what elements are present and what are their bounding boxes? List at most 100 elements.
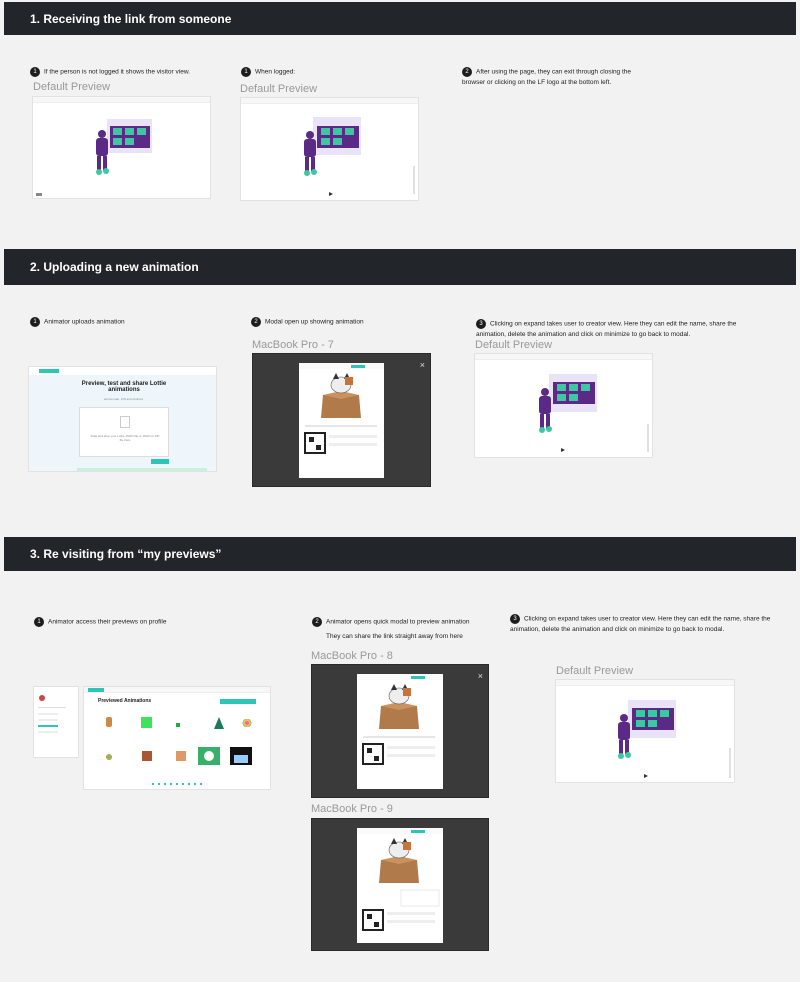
animation-thumb[interactable] <box>230 747 252 765</box>
profile-sidebar-frame <box>33 686 79 758</box>
sidebar-item[interactable] <box>38 713 58 715</box>
step-2-quick-modal: 2 Animator opens quick modal to preview a… <box>312 617 512 628</box>
step-text: If the person is not logged it shows the… <box>44 68 190 76</box>
step-number: 3 <box>476 319 486 329</box>
animation-thumb[interactable] <box>98 713 120 731</box>
animation-thumb[interactable] <box>236 713 258 731</box>
animation-thumb[interactable] <box>136 713 158 731</box>
character-icon <box>142 751 152 761</box>
upload-logo <box>39 369 59 373</box>
step-text: Clicking on expand takes user to creator… <box>476 320 737 338</box>
step-text: After using the page, they can exit thro… <box>462 68 632 86</box>
animation-thumb[interactable] <box>170 747 192 765</box>
sidebar-divider <box>38 707 66 708</box>
sidebar-item[interactable] <box>38 731 58 733</box>
animation-thumb[interactable] <box>136 747 158 765</box>
lottiefiles-logo <box>88 688 104 692</box>
step-text: Modal open up showing animation <box>265 318 364 326</box>
step-text: Animator opens quick modal to preview an… <box>326 618 470 626</box>
dots-icon <box>241 719 253 727</box>
tree-icon <box>214 717 224 729</box>
caption-default-preview: Default Preview <box>33 81 111 93</box>
step-number: 2 <box>251 317 261 327</box>
visitor-preview-frame <box>32 96 211 199</box>
step-text: Clicking on expand takes user to creator… <box>510 615 771 633</box>
section-title: 1. Receiving the link from someone <box>30 11 232 26</box>
dot-icon <box>176 723 180 727</box>
file-icon <box>120 416 130 428</box>
previewed-animations-title: Previewed Animations <box>98 698 152 704</box>
caption-default-preview: Default Preview <box>475 339 553 351</box>
illustration <box>618 700 731 778</box>
cat-in-box-illustration <box>299 363 384 454</box>
close-icon[interactable]: × <box>478 671 483 681</box>
cat-in-box-illustration <box>357 674 443 765</box>
illustration <box>36 119 152 196</box>
upload-button[interactable] <box>151 459 169 464</box>
step-number: 1 <box>30 67 40 77</box>
step-1-logged: 1 When logged: <box>241 67 441 78</box>
creator-view-frame-2 <box>555 679 735 783</box>
step-3-expand-revisit: 3 Clicking on expand takes user to creato… <box>510 614 782 635</box>
step-1-upload: 1 Animator uploads animation <box>30 317 230 328</box>
illustration <box>539 374 649 452</box>
profile-previews-frame: Previewed Animations <box>83 686 271 790</box>
cat-icon <box>176 751 186 761</box>
step-2-modal: 2 Modal open up showing animation <box>251 317 451 328</box>
step-number: 2 <box>462 67 472 77</box>
section-title: 3. Re visiting from “my previews” <box>30 547 222 561</box>
green-square-icon <box>141 717 152 728</box>
caption-macbook-7: MacBook Pro - 7 <box>252 339 334 351</box>
step-2-share-note: They can share the link straight away fr… <box>326 633 463 640</box>
avatar <box>39 695 45 701</box>
preview-modal <box>299 363 384 478</box>
illustration <box>304 117 415 196</box>
profile-topbar <box>84 687 270 693</box>
creator-view-frame <box>474 353 653 458</box>
upload-dropzone[interactable]: Drag and drop your Lottie JSON file or J… <box>79 407 169 457</box>
step-2-exit: 2 After using the page, they can exit thr… <box>462 67 642 88</box>
sidebar-item-previews[interactable] <box>38 725 58 727</box>
step-3-expand: 3 Clicking on expand takes user to creato… <box>476 319 752 340</box>
macbook-9-frame <box>311 818 489 951</box>
cat-in-box-illustration <box>357 828 443 931</box>
macbook-7-frame: × <box>252 353 431 487</box>
step-text: When logged: <box>255 68 296 76</box>
sidebar-item[interactable] <box>38 719 58 721</box>
upload-notice <box>77 468 207 471</box>
step-1-visitor: 1 If the person is not logged it shows th… <box>30 67 230 78</box>
step-number: 3 <box>510 614 520 624</box>
step-text: Animator uploads animation <box>44 318 125 326</box>
caption-macbook-9: MacBook Pro - 9 <box>311 803 393 815</box>
pagination[interactable] <box>152 783 202 785</box>
upload-drop-text: Drag and drop your Lottie JSON file or J… <box>90 434 160 442</box>
caption-default-preview: Default Preview <box>556 665 634 677</box>
preview-modal-share <box>357 828 443 943</box>
step-text: Animator access their previews on profil… <box>48 618 167 626</box>
animation-thumb[interactable] <box>206 713 228 731</box>
preview-modal <box>357 674 443 789</box>
step-number: 1 <box>30 317 40 327</box>
animation-thumb[interactable] <box>170 713 192 731</box>
step-number: 2 <box>312 617 322 627</box>
upload-animation-button[interactable] <box>220 699 256 704</box>
lantern-icon <box>106 717 112 727</box>
step-number: 1 <box>34 617 44 627</box>
section-header-1: 1. Receiving the link from someone <box>4 2 796 35</box>
macbook-8-frame: × <box>311 664 489 798</box>
animation-thumb[interactable] <box>198 747 220 765</box>
step-number: 1 <box>241 67 251 77</box>
step-1-profile: 1 Animator access their previews on profi… <box>34 617 234 628</box>
logged-preview-frame <box>240 97 419 201</box>
pencil-icon <box>204 751 214 761</box>
close-icon[interactable]: × <box>420 360 425 370</box>
upload-page-frame: Preview, test and share Lottie animation… <box>28 366 217 472</box>
section-title: 2. Uploading a new animation <box>30 260 199 274</box>
caption-macbook-8: MacBook Pro - 8 <box>311 650 393 662</box>
section-header-2: 2. Uploading a new animation <box>4 249 796 285</box>
scene-icon <box>234 755 248 763</box>
caption-default-preview: Default Preview <box>240 83 318 95</box>
upload-title: Preview, test and share Lottie animation… <box>81 381 167 393</box>
dots-icon <box>103 753 115 761</box>
animation-thumb[interactable] <box>98 747 120 765</box>
